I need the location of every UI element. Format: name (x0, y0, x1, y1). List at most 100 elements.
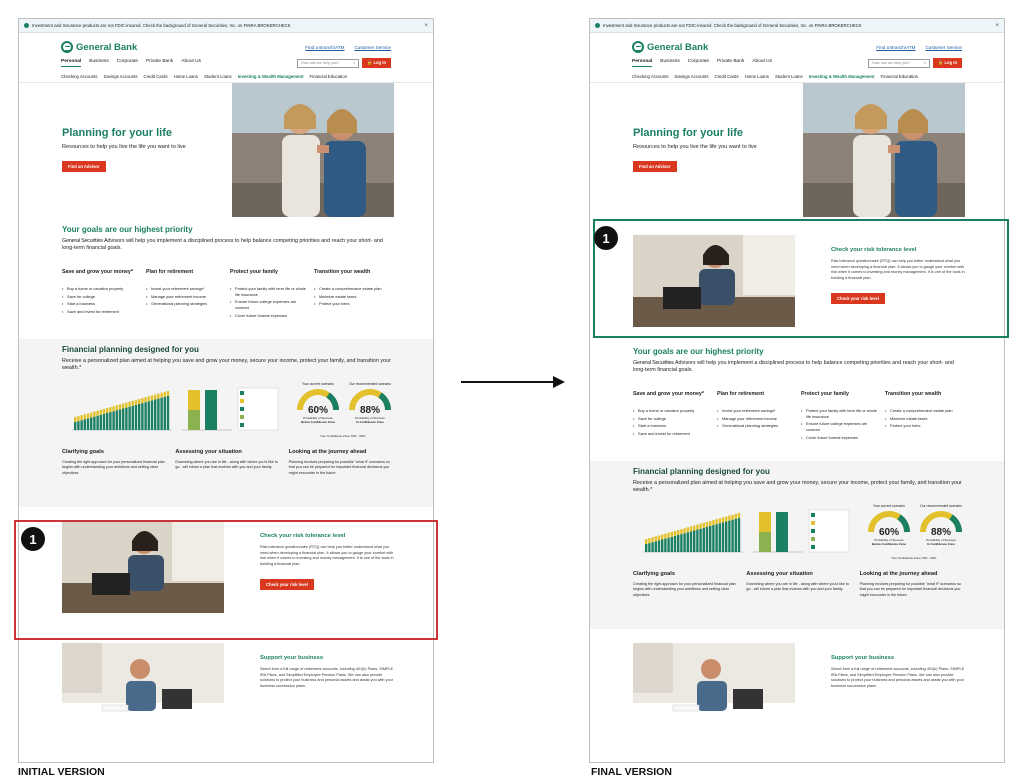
goal-item: Minimize estate taxes (314, 294, 392, 300)
thumbnail-bar-top (728, 515, 731, 521)
stacked-bar-chart-thumbnail (72, 390, 172, 431)
fp-column: Assessing your situation Examining where… (175, 449, 280, 476)
fp-text: Planning involves preparing for possible… (859, 582, 961, 597)
thumbnail-bar (657, 540, 661, 552)
secnav-credit-cards[interactable]: Credit Cards (143, 74, 167, 82)
goal-column: Plan for retirement Invest your retireme… (717, 391, 795, 442)
goal-item: Protect your family with term life or wh… (230, 286, 308, 297)
goal-heading: Save and grow your money* (62, 269, 133, 275)
goal-heading: Transition your wealth (314, 269, 371, 275)
fp-intro: Receive a personalized plan aimed at hel… (633, 480, 962, 494)
thumbnail-bar-top (99, 409, 102, 415)
secnav-checking[interactable]: Checking Accounts (61, 74, 98, 82)
nav-business[interactable]: Business (89, 59, 108, 67)
fp-text: Planning involves preparing for possible… (288, 460, 390, 475)
business-text-column: Support your business Select from a full… (260, 655, 394, 695)
secnav-financial-education[interactable]: Financial Education (310, 74, 348, 82)
search-input[interactable]: How can we help you? ⌕ (297, 58, 360, 68)
fp-heading: Looking at the journey ahead (859, 571, 938, 577)
primary-nav-row: Personal Business Corporate Private Bank… (590, 55, 1004, 71)
bank-name: General Bank (76, 41, 138, 53)
goal-item: Generational planning strategies (717, 423, 795, 429)
info-icon (595, 23, 600, 28)
goals-section: Your goals are our highest priority Gene… (19, 221, 433, 339)
login-label: Log In (944, 60, 957, 65)
hero-section: Planning for your life Resources to help… (19, 83, 433, 221)
thumbnail-bar (150, 400, 154, 430)
goal-column: Plan for retirement Invest your retireme… (146, 269, 224, 320)
callout-badge-initial: 1 (21, 527, 45, 551)
secnav-credit-cards[interactable]: Credit Cards (714, 74, 738, 82)
hero-title: Planning for your life (633, 127, 744, 139)
thumbnail-bar-top (122, 403, 125, 409)
nav-corporate[interactable]: Corporate (688, 59, 709, 67)
find-branch-link[interactable]: Find a Branch/ATM (305, 45, 344, 50)
thumbnail-bar (683, 533, 686, 552)
secnav-student-loans[interactable]: Student Loans (204, 74, 232, 82)
balance-bar-chart-thumbnail (753, 512, 803, 553)
thumbnail-bar (115, 410, 118, 430)
secnav-investing[interactable]: Investing & Wealth Management (809, 74, 875, 82)
nav-personal[interactable]: Personal (61, 59, 82, 67)
thumbnail-bar (728, 520, 731, 552)
thumbnail-bar (693, 530, 696, 552)
thumbnail-bar-top (737, 512, 741, 518)
thumbnail-bar-top (141, 398, 144, 404)
bank-logo-icon (61, 41, 73, 53)
nav-about-us[interactable]: About Us (181, 59, 201, 67)
search-icon: ⌕ (352, 61, 356, 65)
find-advisor-button[interactable]: Find an Advisor (62, 161, 106, 172)
gauge-current: Your current scenario 60% Probability of… (294, 382, 342, 424)
thumbnail-bar (106, 413, 109, 430)
fp-text: Examining where you are in life - along … (175, 460, 278, 470)
nav-personal[interactable]: Personal (632, 59, 653, 67)
secnav-student-loans[interactable]: Student Loans (775, 74, 803, 82)
secnav-financial-education[interactable]: Financial Education (881, 74, 919, 82)
nav-corporate[interactable]: Corporate (117, 59, 138, 67)
bank-logo[interactable]: General Bank (61, 41, 137, 53)
thumbnail-bar (112, 411, 115, 430)
callout-badge-final: 1 (594, 226, 618, 250)
search-login-group: How can we help you? ⌕ 🔒 Log In (297, 58, 391, 68)
final-version-page: Investment and Insurance products are no… (589, 18, 1005, 763)
thumbnail-bar (138, 404, 141, 430)
thumbnail-bar-top (702, 522, 705, 528)
find-branch-link[interactable]: Find a Branch/ATM (876, 45, 915, 50)
goal-column: Transition your wealth Create a comprehe… (885, 391, 963, 442)
business-block: Support your business Select from a full… (590, 629, 1004, 751)
goal-column: Save and grow your money* Buy a home or … (62, 269, 140, 320)
login-button[interactable]: 🔒 Log In (362, 58, 391, 68)
thumbnail-bar (99, 414, 102, 430)
brand-bar: General Bank Find a Branch/ATM Customer … (590, 33, 1004, 55)
primary-nav: Personal Business Corporate Private Bank… (632, 59, 772, 67)
login-button[interactable]: 🔒 Log In (933, 58, 962, 68)
nav-private-bank[interactable]: Private Bank (146, 59, 173, 67)
secnav-investing[interactable]: Investing & Wealth Management (238, 74, 304, 82)
business-title: Support your business (260, 655, 324, 661)
find-advisor-button[interactable]: Find an Advisor (633, 161, 677, 172)
customer-service-link[interactable]: Customer Service (354, 45, 391, 50)
goals-brand: General Securities (62, 238, 103, 244)
customer-service-link[interactable]: Customer Service (925, 45, 962, 50)
secnav-savings[interactable]: Savings Accounts (104, 74, 138, 82)
fp-heading: Assessing your situation (746, 571, 813, 577)
goal-item: Cover future funeral expenses (230, 313, 308, 319)
nav-business[interactable]: Business (660, 59, 679, 67)
thumbnail-bar-top (657, 535, 661, 541)
secnav-home-loans[interactable]: Home Loans (745, 74, 769, 82)
bank-logo[interactable]: General Bank (632, 41, 708, 53)
gauge-recommended: Our recommended scenario 88% Probability… (917, 504, 965, 546)
stacked-bar-chart-thumbnail (643, 512, 743, 553)
secnav-checking[interactable]: Checking Accounts (632, 74, 669, 82)
close-icon[interactable]: × (995, 23, 999, 29)
search-input[interactable]: How can we help you? ⌕ (868, 58, 931, 68)
secnav-savings[interactable]: Savings Accounts (675, 74, 709, 82)
thumbnail-bar-top (686, 527, 689, 533)
goals-columns: Save and grow your money* Buy a home or … (633, 391, 963, 442)
close-icon[interactable]: × (424, 23, 428, 29)
nav-about-us[interactable]: About Us (752, 59, 772, 67)
secnav-home-loans[interactable]: Home Loans (174, 74, 198, 82)
nav-private-bank[interactable]: Private Bank (717, 59, 744, 67)
summary-table-thumbnail (237, 387, 279, 431)
goal-heading: Save and grow your money* (633, 391, 704, 397)
